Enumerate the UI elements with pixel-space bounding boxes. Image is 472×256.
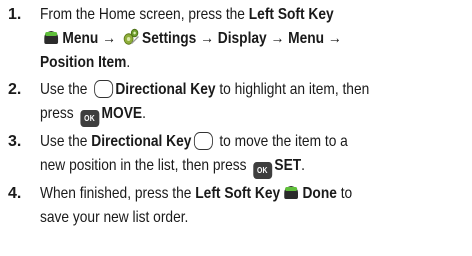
arrow: →: [98, 30, 120, 47]
directional-key-label: Directional Key: [91, 133, 192, 150]
menu-label: Menu: [62, 30, 99, 47]
left-soft-key-label: Left Soft Key: [195, 185, 281, 202]
left-soft-key-icon: [44, 31, 59, 44]
text: When finished, press the: [40, 185, 196, 202]
step-2-line-1: Use the Directional Key to highlight an …: [40, 78, 369, 102]
step-1-line-3: Position Item.: [40, 51, 130, 75]
text: From the Home screen, press the: [40, 6, 249, 23]
step-1-line-1: From the Home screen, press the Left Sof…: [40, 3, 334, 27]
step-number: 3.: [8, 133, 22, 150]
position-item-label: Position Item: [40, 54, 127, 71]
text: press: [40, 105, 78, 122]
ok-key-icon: OK: [252, 162, 272, 179]
ok-key-icon: OK: [80, 110, 99, 127]
arrow: →: [324, 30, 342, 47]
text: new position in the list, then press: [40, 157, 251, 174]
left-soft-key-label: Left Soft Key: [248, 6, 334, 23]
text: save your new list order.: [40, 209, 189, 226]
step-number: 2.: [8, 81, 22, 98]
directional-key-icon: [194, 132, 213, 150]
settings-gear-icon: [123, 28, 139, 45]
text: to move the item to a: [215, 133, 348, 150]
display-label: Display: [217, 30, 267, 47]
text: to: [336, 185, 353, 202]
arrow: →: [266, 30, 289, 47]
done-label: Done: [302, 185, 337, 202]
text: Use the: [40, 133, 92, 150]
text: .: [126, 54, 131, 71]
step-number: 1.: [8, 6, 22, 23]
step-3-line-1: Use the Directional Key to move the item…: [40, 130, 348, 154]
text: Use the: [40, 81, 92, 98]
instruction-document: 1. From the Home screen, press the Left …: [0, 0, 472, 256]
directional-key-label: Directional Key: [115, 81, 216, 98]
text: .: [142, 105, 146, 122]
step-number: 4.: [8, 185, 22, 202]
set-label: SET: [274, 157, 302, 174]
text: to highlight an item, then: [215, 81, 370, 98]
step-2-line-2: press OK MOVE.: [40, 102, 146, 127]
step-1-line-2: Menu → Settings → Display → Menu →: [40, 27, 342, 51]
settings-label: Settings: [142, 30, 197, 47]
step-4-line-1: When finished, press the Left Soft Key D…: [40, 182, 352, 206]
directional-key-icon: [93, 80, 113, 98]
text: .: [301, 157, 306, 174]
step-4-line-2: save your new list order.: [40, 206, 188, 230]
step-3-line-2: new position in the list, then press OK S…: [40, 154, 305, 179]
move-label: MOVE: [101, 105, 143, 122]
menu-label: Menu: [288, 30, 325, 47]
arrow: →: [196, 30, 218, 47]
left-soft-key-icon: [284, 186, 299, 199]
